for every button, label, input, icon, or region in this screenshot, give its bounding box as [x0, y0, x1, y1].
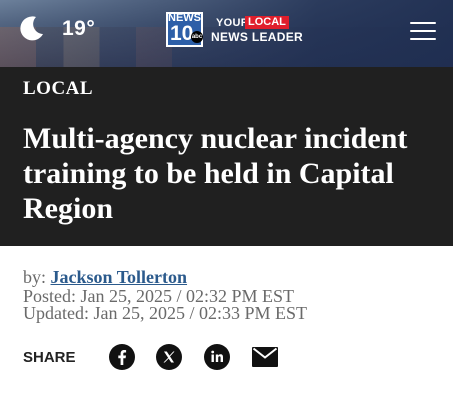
logo-channel-number: 10 [170, 22, 194, 45]
x-icon[interactable] [156, 344, 182, 370]
hamburger-menu-icon[interactable] [410, 22, 436, 40]
tagline-news-leader: NEWS LEADER [211, 30, 303, 44]
tagline-local: LOCAL [245, 16, 289, 29]
category-label[interactable]: LOCAL [23, 78, 93, 100]
share-label: SHARE [23, 349, 76, 366]
updated-timestamp: Updated: Jan 25, 2025 / 02:33 PM EST [23, 303, 307, 323]
article-headline: Multi-agency nuclear incident training t… [23, 122, 408, 225]
moon-icon [20, 16, 43, 41]
byline-prefix: by: [23, 267, 47, 287]
abc-network-icon: abc [191, 31, 203, 43]
author-link[interactable]: Jackson Tollerton [51, 267, 188, 287]
temperature[interactable]: 19° [62, 17, 95, 41]
linkedin-icon[interactable] [204, 344, 230, 370]
email-icon[interactable] [252, 347, 278, 367]
facebook-icon[interactable] [109, 344, 135, 370]
byline: by: Jackson Tollerton [23, 267, 187, 287]
